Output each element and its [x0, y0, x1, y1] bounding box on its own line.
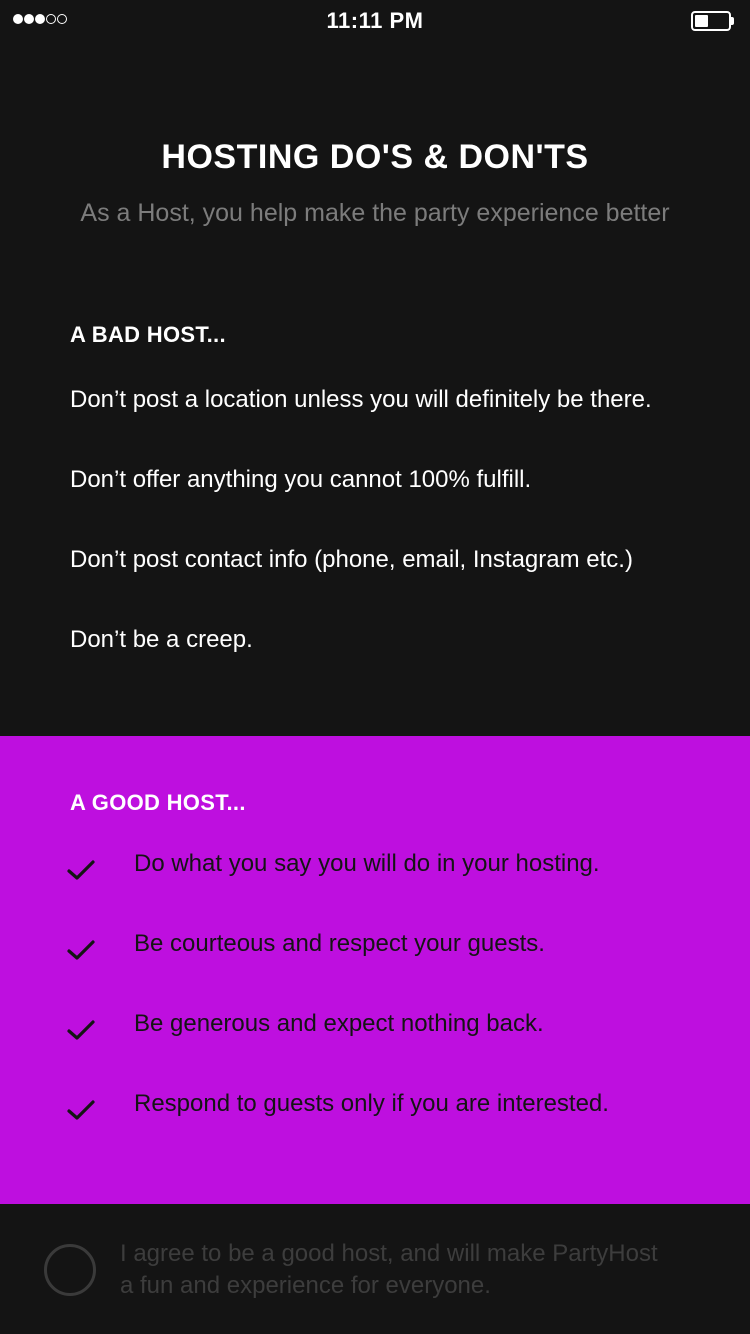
- good-host-rule-text: Do what you say you will do in your host…: [134, 850, 600, 877]
- good-host-rule: Be generous and expect nothing back.: [0, 1010, 750, 1050]
- page-title: HOSTING DO'S & DON'TS: [161, 138, 589, 176]
- battery-level: [695, 15, 708, 27]
- bad-host-rule: Don’t post contact info (phone, email, I…: [70, 546, 633, 573]
- checkmark-icon: [67, 1020, 95, 1040]
- checkmark-icon: [67, 940, 95, 960]
- page-subtitle: As a Host, you help make the party exper…: [80, 199, 670, 227]
- good-host-rule-text: Be courteous and respect your guests.: [134, 930, 545, 957]
- battery-icon: [691, 11, 734, 31]
- good-host-rule-text: Respond to guests only if you are intere…: [134, 1090, 609, 1117]
- agreement-row[interactable]: I agree to be a good host, and will make…: [0, 1204, 750, 1334]
- bad-host-rule: Don’t post a location unless you will de…: [70, 386, 652, 413]
- agree-label-line: a fun and experience for everyone.: [120, 1272, 491, 1299]
- bad-host-rule: Don’t offer anything you cannot 100% ful…: [70, 466, 532, 493]
- agree-label-line: I agree to be a good host, and will make…: [120, 1240, 658, 1267]
- agree-checkbox[interactable]: [44, 1244, 96, 1296]
- good-host-rule: Do what you say you will do in your host…: [0, 850, 750, 890]
- bad-host-rule: Don’t be a creep.: [70, 626, 253, 653]
- good-host-rule-text: Be generous and expect nothing back.: [134, 1010, 544, 1037]
- good-host-panel: A GOOD HOST... Do what you say you will …: [0, 736, 750, 1204]
- agree-label[interactable]: I agree to be a good host, and will make…: [120, 1238, 720, 1302]
- checkmark-icon: [67, 1100, 95, 1120]
- status-time: 11:11 PM: [326, 8, 424, 33]
- good-host-rule: Respond to guests only if you are intere…: [0, 1090, 750, 1130]
- battery-tip: [731, 17, 734, 25]
- checkmark-icon: [67, 860, 95, 880]
- status-bar: 11:11 PM: [0, 0, 750, 44]
- good-host-rule: Be courteous and respect your guests.: [0, 930, 750, 970]
- good-host-heading: A GOOD HOST...: [70, 790, 246, 815]
- bad-host-heading: A BAD HOST...: [70, 322, 226, 347]
